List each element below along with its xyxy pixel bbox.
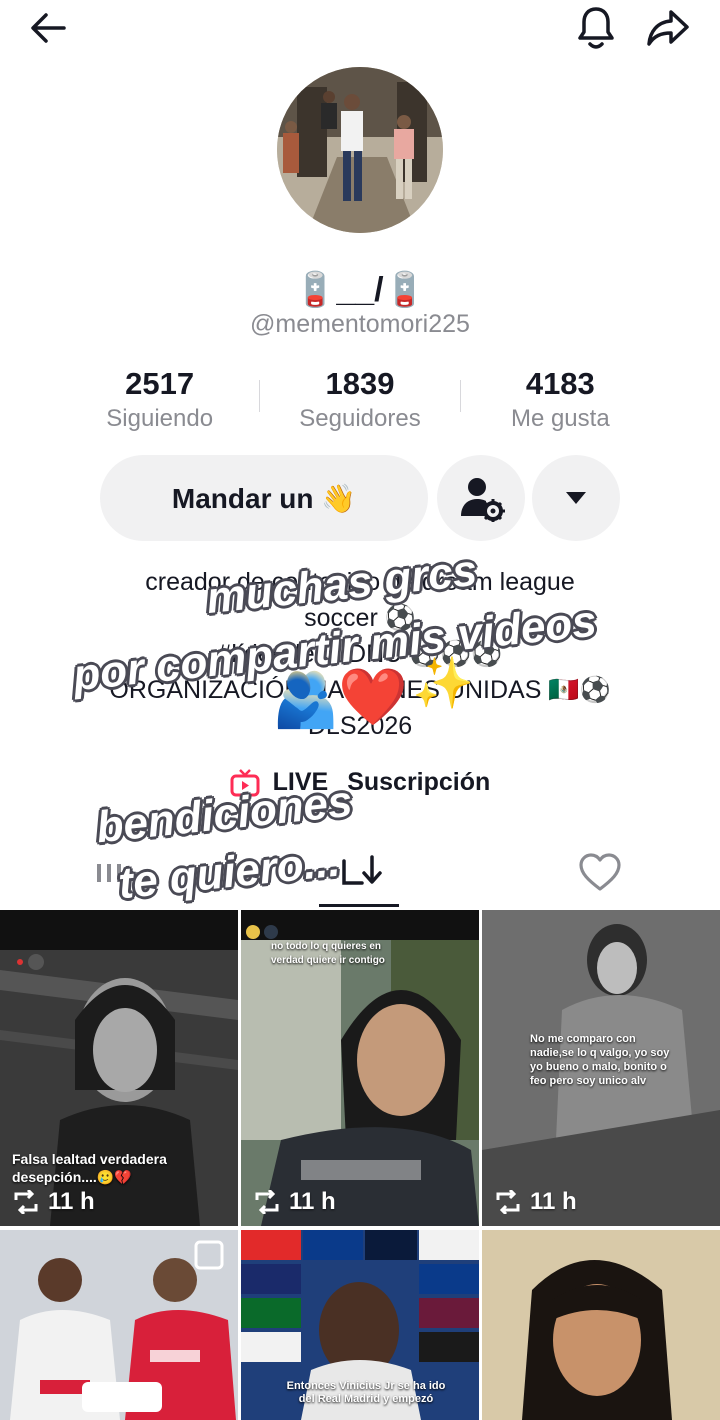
stat-likes[interactable]: 4183 Me gusta: [461, 366, 660, 436]
repost-count: 11 h: [494, 1188, 577, 1216]
live-label: LIVE: [272, 768, 329, 796]
video-tile[interactable]: No me comparo con nadie,se lo q valgo, y…: [482, 910, 720, 1226]
stat-label: Siguiendo: [106, 405, 214, 432]
stat-following[interactable]: 2517 Siguiendo: [60, 366, 259, 436]
follow-settings-button[interactable]: [437, 455, 525, 541]
caret-down-icon: [566, 492, 586, 504]
avatar-image: [277, 67, 443, 233]
top-bar: [0, 0, 720, 60]
repost-count: 11 h: [12, 1188, 95, 1216]
notifications-button[interactable]: [568, 0, 624, 56]
bio-line: #líder de la DNU ⚽⚽⚽: [217, 640, 503, 668]
video-caption: no todo lo q quieres en verdad quiere ir…: [271, 941, 385, 966]
video-tile[interactable]: [482, 1230, 720, 1420]
stat-value: 2517: [125, 366, 195, 401]
video-tile[interactable]: [0, 1230, 238, 1420]
heart-outline-icon: [579, 853, 621, 891]
subscription-label: Suscripción: [347, 768, 491, 796]
count-label: 11 h: [48, 1188, 95, 1215]
profile-avatar[interactable]: [277, 67, 443, 233]
bell-icon: [578, 7, 614, 49]
repost-count: 11 h: [253, 1188, 336, 1216]
bio-line: soccer ⚽: [304, 604, 416, 632]
video-tile[interactable]: Falsa lealtad verdadera desepción....🥲💔 …: [0, 910, 238, 1226]
tv-icon: [230, 769, 260, 797]
tab-reposts[interactable]: [240, 840, 480, 906]
tab-videos[interactable]: [0, 840, 240, 906]
count-label: 11 h: [289, 1188, 336, 1215]
stat-followers[interactable]: 1839 Seguidores: [260, 366, 459, 436]
video-caption: Falsa lealtad verdadera desepción....🥲💔: [12, 1151, 167, 1185]
profile-tabs: [0, 840, 720, 910]
live-subscription-row[interactable]: LIVE Suscripción: [0, 768, 720, 797]
video-thumbnail: [482, 1230, 720, 1420]
video-caption: Entonces Vinicius Jr se ha ido del Real …: [286, 1380, 446, 1405]
repost-icon: [342, 855, 382, 885]
message-button[interactable]: Mandar un 👋: [100, 455, 428, 541]
video-thumbnail: [0, 1230, 238, 1420]
video-tile[interactable]: Entonces Vinicius Jr se ha ido del Real …: [241, 1230, 479, 1420]
more-options-button[interactable]: [532, 455, 620, 541]
bio-line: DLS2026: [307, 712, 413, 740]
repost-small-icon: [14, 1190, 38, 1214]
bio-line: creador de contenido de dream league: [145, 568, 575, 596]
arrow-left-icon: [31, 13, 66, 43]
video-tile[interactable]: no todo lo q quieres en verdad quiere ir…: [241, 910, 479, 1226]
video-caption: No me comparo con nadie,se lo q valgo, y…: [530, 1033, 670, 1087]
bio-line: ORGANIZACIÓN NACIONES UNIDAS 🇲🇽⚽: [109, 676, 611, 704]
stat-label: Seguidores: [299, 405, 421, 432]
profile-bio: creador de contenido de dream league soc…: [80, 564, 640, 744]
stat-value: 4183: [525, 366, 595, 401]
repost-small-icon: [255, 1190, 279, 1214]
display-name: 🪫__/🪫: [294, 271, 426, 309]
user-settings-icon: [461, 478, 505, 522]
active-tab-indicator: [319, 904, 399, 907]
username: @mementomori225: [250, 310, 470, 338]
stats-row: 2517 Siguiendo 1839 Seguidores 4183 Me g…: [60, 366, 660, 436]
back-button[interactable]: [20, 0, 76, 56]
tab-liked[interactable]: [480, 840, 720, 906]
grid-icon: [97, 864, 141, 882]
count-label: 11 h: [530, 1188, 577, 1215]
stat-label: Me gusta: [510, 405, 610, 432]
repost-small-icon: [496, 1190, 520, 1214]
stat-value: 1839: [325, 366, 395, 401]
share-arrow-icon: [647, 10, 689, 46]
share-button[interactable]: [640, 0, 696, 56]
